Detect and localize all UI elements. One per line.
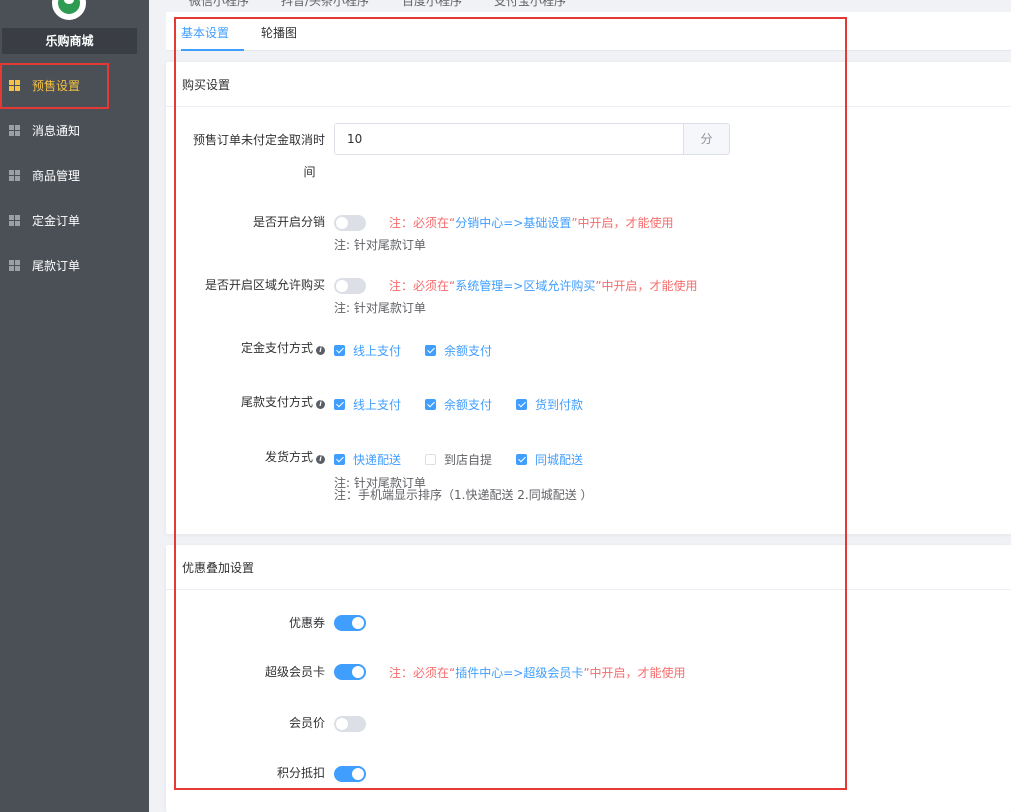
points-switch[interactable] bbox=[334, 766, 366, 782]
sidebar-item-label: 尾款订单 bbox=[32, 259, 81, 273]
cancel-time-input[interactable] bbox=[335, 124, 683, 154]
tab-douyin[interactable]: 抖音/头条小程序 bbox=[281, 0, 369, 9]
sidebar: 乐购商城 预售设置 消息通知 商品管理 定金订单 尾款订单 bbox=[0, 0, 149, 812]
distribution-subnote: 注: 针对尾款订单 bbox=[334, 238, 426, 252]
info-icon: i bbox=[316, 400, 325, 409]
sidebar-item-label: 消息通知 bbox=[32, 124, 81, 138]
express-delivery-checkbox[interactable]: 快递配送 bbox=[334, 451, 401, 468]
final-pay-label: 尾款支付方式 i bbox=[166, 394, 325, 410]
tab-baidu[interactable]: 百度小程序 bbox=[402, 0, 462, 9]
final-online-pay-checkbox[interactable]: 线上支付 bbox=[334, 396, 401, 413]
tab-carousel[interactable]: 轮播图 bbox=[261, 24, 297, 41]
final-pay-options: 线上支付 余额支付 货到付款 bbox=[334, 396, 607, 413]
deposit-online-pay-checkbox[interactable]: 线上支付 bbox=[334, 342, 401, 359]
settings-tabs: 基本设置 轮播图 bbox=[166, 12, 1011, 51]
tab-basic-settings[interactable]: 基本设置 bbox=[181, 24, 229, 41]
region-note: 注：必须在“系统管理=>区域允许购买”中开启，才能使用 bbox=[389, 279, 698, 293]
grid-icon bbox=[9, 260, 20, 271]
distribution-note: 注：必须在“分销中心=>基础设置”中开启，才能使用 bbox=[389, 216, 674, 230]
discount-settings-card: 优惠叠加设置 优惠券 超级会员卡 注：必须在“插件中心=>超级会员卡”中开启，才… bbox=[166, 545, 1011, 812]
sidebar-item-final-orders[interactable]: 尾款订单 bbox=[0, 243, 149, 288]
deposit-balance-pay-checkbox[interactable]: 余额支付 bbox=[425, 342, 492, 359]
svip-note: 注：必须在“插件中心=>超级会员卡”中开启，才能使用 bbox=[389, 666, 686, 680]
unit-suffix: 分 bbox=[683, 124, 729, 154]
city-delivery-checkbox[interactable]: 同城配送 bbox=[516, 451, 583, 468]
cancel-time-label: 预售订单未付定金取消时 间 bbox=[192, 133, 325, 179]
points-label: 积分抵扣 bbox=[276, 766, 325, 780]
purchase-settings-card: 购买设置 预售订单未付定金取消时 间 分 是否开启分销 注：必须在“分销中心=>… bbox=[166, 62, 1011, 534]
coupon-switch[interactable] bbox=[334, 615, 366, 631]
tab-alipay[interactable]: 支付宝小程序 bbox=[494, 0, 566, 9]
tab-wechat[interactable]: 微信小程序 bbox=[189, 0, 249, 9]
highlight-box bbox=[0, 63, 109, 109]
region-link[interactable]: 系统管理=>区域允许购买 bbox=[455, 279, 595, 293]
deposit-pay-options: 线上支付 余额支付 bbox=[334, 342, 516, 359]
region-subnote: 注: 针对尾款订单 bbox=[334, 301, 426, 315]
sidebar-item-deposit-orders[interactable]: 定金订单 bbox=[0, 198, 149, 243]
sidebar-item-label: 定金订单 bbox=[32, 214, 81, 228]
final-balance-pay-checkbox[interactable]: 余额支付 bbox=[425, 396, 492, 413]
member-price-switch[interactable] bbox=[334, 716, 366, 732]
sidebar-item-label: 商品管理 bbox=[32, 169, 81, 183]
distribution-link[interactable]: 分销中心=>基础设置 bbox=[455, 216, 571, 230]
sidebar-item-products[interactable]: 商品管理 bbox=[0, 153, 149, 198]
store-pickup-checkbox[interactable]: 到店自提 bbox=[425, 451, 492, 468]
info-icon: i bbox=[316, 455, 325, 464]
member-price-label: 会员价 bbox=[288, 716, 325, 730]
coupon-label: 优惠券 bbox=[288, 616, 325, 630]
grid-icon bbox=[9, 170, 20, 181]
distribution-label: 是否开启分销 bbox=[252, 215, 325, 229]
store-logo bbox=[52, 0, 86, 20]
region-switch[interactable] bbox=[334, 278, 366, 294]
card-title: 优惠叠加设置 bbox=[166, 545, 1011, 590]
delivery-options: 快递配送 到店自提 同城配送 bbox=[334, 451, 607, 468]
svip-link[interactable]: 插件中心=>超级会员卡 bbox=[455, 666, 583, 680]
region-label: 是否开启区域允许购买 bbox=[204, 278, 325, 292]
svip-switch[interactable] bbox=[334, 664, 366, 680]
platform-tabs: 微信小程序 抖音/头条小程序 百度小程序 支付宝小程序 bbox=[149, 0, 1011, 10]
store-name: 乐购商城 bbox=[2, 28, 137, 54]
grid-icon bbox=[9, 215, 20, 226]
grid-icon bbox=[9, 125, 20, 136]
final-cod-checkbox[interactable]: 货到付款 bbox=[516, 396, 583, 413]
svip-label: 超级会员卡 bbox=[264, 665, 325, 679]
sidebar-item-notifications[interactable]: 消息通知 bbox=[0, 108, 149, 153]
active-tab-indicator bbox=[181, 49, 244, 51]
delivery-label: 发货方式 i bbox=[166, 449, 325, 465]
delivery-note-2: 注：手机端显示排序（1.快递配送 2.同城配送 ） bbox=[334, 488, 593, 502]
card-title: 购买设置 bbox=[166, 62, 1011, 107]
deposit-pay-label: 定金支付方式 i bbox=[166, 340, 325, 356]
info-icon: i bbox=[316, 346, 325, 355]
distribution-switch[interactable] bbox=[334, 215, 366, 231]
cancel-time-input-group: 分 bbox=[334, 123, 730, 155]
